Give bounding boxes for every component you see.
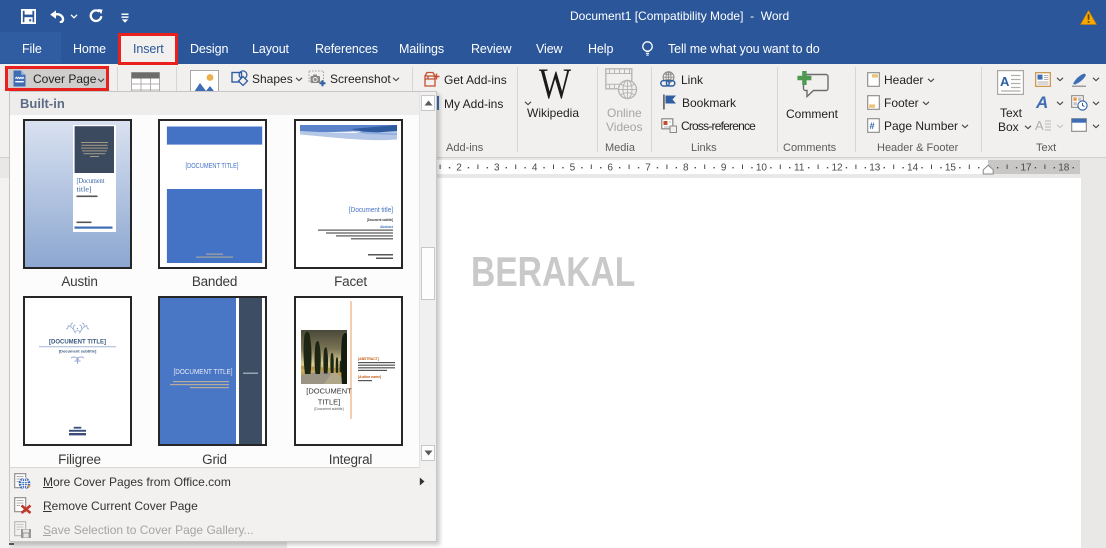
svg-text:18: 18: [1058, 162, 1070, 173]
svg-text:[Document subtitle]: [Document subtitle]: [59, 349, 97, 354]
svg-text:A: A: [1035, 118, 1044, 133]
svg-text:[Document subtitle]: [Document subtitle]: [314, 407, 343, 411]
svg-text:15: 15: [945, 162, 957, 173]
svg-text:9: 9: [721, 162, 727, 173]
svg-text:[DOCUMENT TITLE]: [DOCUMENT TITLE]: [49, 339, 106, 346]
svg-text:#: #: [870, 121, 875, 131]
svg-text:title]: title]: [77, 185, 92, 194]
svg-text:TITLE]: TITLE]: [318, 398, 341, 407]
svg-text:[DOCUMENT TITLE]: [DOCUMENT TITLE]: [186, 163, 239, 170]
svg-text:13: 13: [869, 162, 881, 173]
svg-text:11: 11: [794, 162, 805, 173]
svg-text:A: A: [1000, 74, 1010, 89]
svg-text:[Author name]: [Author name]: [358, 375, 381, 379]
svg-text:5: 5: [570, 162, 576, 173]
svg-text:4: 4: [532, 162, 538, 173]
svg-text:[Document title]: [Document title]: [349, 205, 393, 214]
svg-text:10: 10: [756, 162, 768, 173]
svg-text:[DOCUMENT TITLE]: [DOCUMENT TITLE]: [174, 369, 233, 376]
svg-text:Abstract: Abstract: [380, 225, 394, 229]
svg-text:8: 8: [683, 162, 689, 173]
svg-text:17: 17: [1020, 162, 1032, 173]
svg-text:7: 7: [645, 162, 651, 173]
svg-text:6: 6: [607, 162, 613, 173]
svg-text:[Document subtitle]: [Document subtitle]: [367, 217, 393, 222]
svg-text:[ABSTRACT]: [ABSTRACT]: [358, 357, 379, 361]
svg-text:[DOCUMENT: [DOCUMENT: [306, 387, 352, 396]
svg-text:3: 3: [494, 162, 500, 173]
svg-text:2: 2: [456, 162, 462, 173]
svg-text:12: 12: [831, 162, 843, 173]
svg-text:14: 14: [907, 162, 919, 173]
